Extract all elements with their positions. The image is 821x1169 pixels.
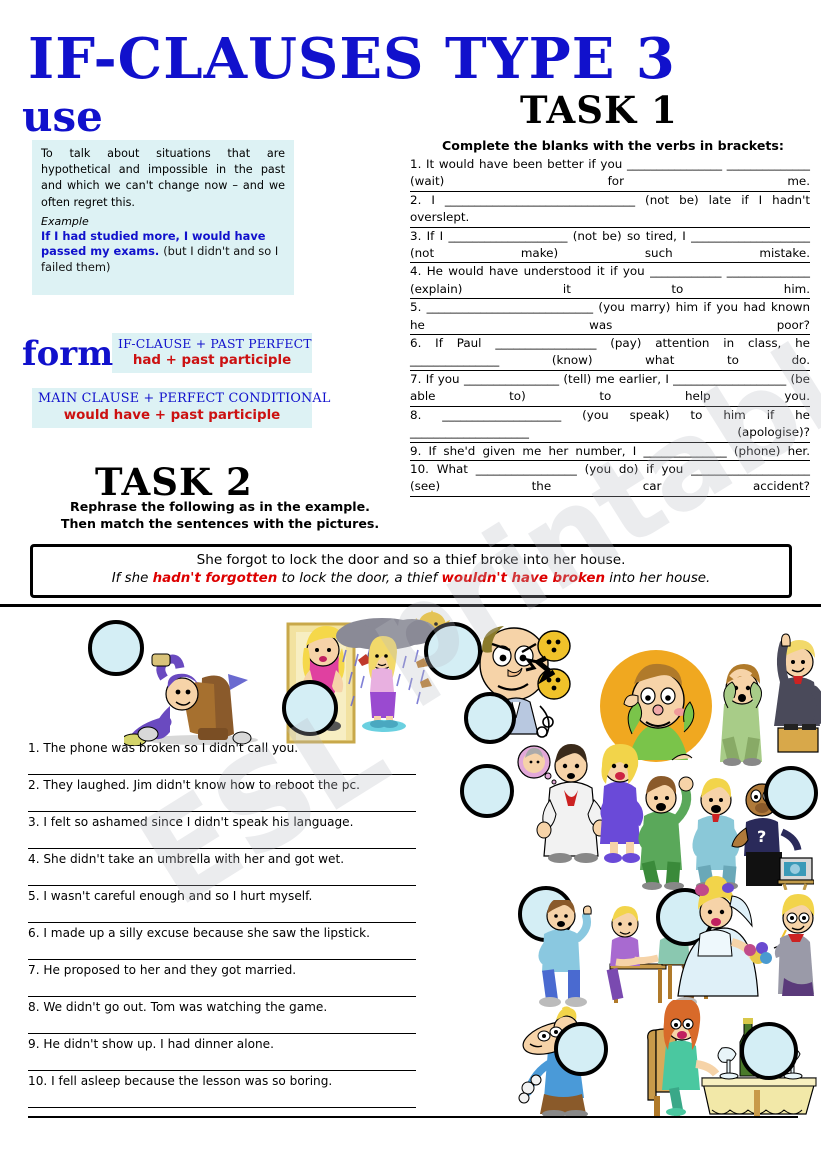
task-2-instruction-line-1: Rephrase the following as in the example…: [70, 499, 370, 514]
form-formula-label: would have + past participle: [63, 408, 281, 423]
example-part: into her house.: [605, 571, 711, 586]
form-formula-label: had + past participle: [132, 353, 292, 368]
task-1-item[interactable]: 1. It would have been better if you ____…: [410, 156, 810, 192]
answer-circle[interactable]: [764, 766, 818, 820]
task-1-item[interactable]: 9. If she'd given me her number, I _____…: [410, 443, 810, 461]
task-2-sentence[interactable]: 2. They laughed. Jim didn't know how to …: [28, 775, 416, 812]
task-1-item[interactable]: 2. I ________________________________ (n…: [410, 192, 810, 228]
page-bottom-rule: [28, 1116, 798, 1118]
task-2-instruction-line-2: Then match the sentences with the pictur…: [60, 516, 380, 531]
use-body-text: To talk about situations that are hypoth…: [41, 147, 285, 209]
task-2-sentence[interactable]: 3. I felt so ashamed since I didn't spea…: [28, 812, 416, 849]
task-2-sentence[interactable]: 9. He didn't show up. I had dinner alone…: [28, 1034, 416, 1071]
form-structure-label: MAIN CLAUSE + PERFECT CONDITIONAL: [38, 391, 331, 406]
form-box-if-clause: IF-CLAUSE + PAST PERFECT had + past part…: [112, 333, 312, 373]
task-2-sentence-list: 1. The phone was broken so I didn't call…: [28, 738, 416, 1108]
section-label-form: form: [22, 334, 114, 374]
example-part-highlight: wouldn't have broken: [441, 571, 605, 586]
task-1-question-list: 1. It would have been better if you ____…: [410, 156, 810, 497]
task-1-heading: TASK 1: [520, 88, 678, 132]
answer-circle[interactable]: [740, 1022, 798, 1080]
task-2-sentence[interactable]: 10. I fell asleep because the lesson was…: [28, 1071, 416, 1108]
task-1-item[interactable]: 8. ____________________ (you speak) to h…: [410, 407, 810, 443]
task-2-sentence[interactable]: 1. The phone was broken so I didn't call…: [28, 738, 416, 775]
answer-circle[interactable]: [464, 692, 516, 744]
task-2-sentence[interactable]: 6. I made up a silly excuse because she …: [28, 923, 416, 960]
form-structure-label: IF-CLAUSE + PAST PERFECT: [118, 336, 312, 351]
answer-circle[interactable]: [460, 764, 514, 818]
example-part: If she: [111, 571, 153, 586]
task-1-item[interactable]: 6. If Paul _________________ (pay) atten…: [410, 335, 810, 371]
use-example-label: Example: [41, 214, 89, 228]
example-part: to lock the door, a thief: [277, 571, 442, 586]
task-2-sentence[interactable]: 5. I wasn't careful enough and so I hurt…: [28, 886, 416, 923]
use-example-text: If I had studied more, I would have pass…: [41, 229, 285, 276]
form-box-main-clause: MAIN CLAUSE + PERFECT CONDITIONAL would …: [32, 388, 331, 428]
answer-circle[interactable]: [554, 1022, 608, 1076]
page-title: IF-CLAUSES TYPE 3: [28, 26, 676, 92]
example-part-highlight: hadn't forgotten: [152, 571, 278, 586]
scene-doctor-and-woman-arguing: [514, 744, 644, 866]
task-1-item[interactable]: 5. ____________________________ (you mar…: [410, 299, 810, 336]
task-1-item[interactable]: 4. He would have understood it if you __…: [410, 263, 810, 300]
example-rewritten-sentence: If she hadn't forgotten to lock the door…: [33, 571, 789, 586]
task-2-instruction: Rephrase the following as in the example…: [25, 498, 415, 532]
scene-man-pointing-speech: [764, 630, 821, 754]
svg-text:?: ?: [757, 827, 766, 846]
illustration-zone-top-rule: [0, 604, 821, 607]
worksheet-page: ESL printables.com IF-CLAUSES TYPE 3 use…: [0, 0, 821, 1169]
task-2-sentence[interactable]: 4. She didn't take an umbrella with her …: [28, 849, 416, 886]
example-original-sentence: She forgot to lock the door and so a thi…: [196, 552, 626, 568]
task-1-instruction: Complete the blanks with the verbs in br…: [442, 138, 784, 153]
use-explanation-box: To talk about situations that are hypoth…: [32, 140, 294, 295]
task-1-item[interactable]: 10. What _________________ (you do) if y…: [410, 461, 810, 497]
scene-bride-and-groom-wedding: [662, 872, 821, 998]
task-2-example-banner: She forgot to lock the door and so a thi…: [30, 544, 792, 598]
task-1-item[interactable]: 3. If I ____________________ (not be) so…: [410, 228, 810, 264]
section-label-use: use: [22, 92, 103, 141]
task-2-sentence[interactable]: 7. He proposed to her and they got marri…: [28, 960, 416, 997]
scene-man-hurt-falling-off-chair: [124, 642, 264, 746]
task-2-sentence[interactable]: 8. We didn't go out. Tom was watching th…: [28, 997, 416, 1034]
task-1-item[interactable]: 7. If you ________________ (tell) me ear…: [410, 371, 810, 407]
